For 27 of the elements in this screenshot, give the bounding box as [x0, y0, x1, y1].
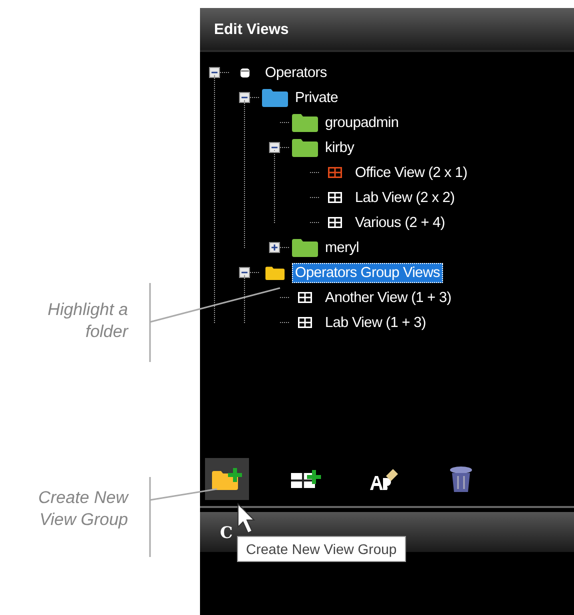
- tree-item[interactable]: Another View (1 + 3): [322, 288, 454, 308]
- callout-text: Highlight a folder: [46, 299, 128, 343]
- tree-item[interactable]: Operators Group Views: [292, 262, 443, 282]
- trash-icon: [448, 465, 474, 493]
- folder-plus-icon: [211, 467, 243, 491]
- tree-item[interactable]: Operators: [262, 62, 330, 82]
- callout-text: Create New View Group: [37, 487, 128, 531]
- collapse-toggle-icon[interactable]: [269, 142, 280, 153]
- cursor-icon: [238, 502, 256, 534]
- rename-icon: [367, 466, 399, 492]
- tree-item[interactable]: Various (2 + 4): [352, 212, 448, 232]
- database-icon: [240, 68, 250, 78]
- tree-item[interactable]: Lab View (2 x 2): [352, 188, 458, 208]
- grid-plus-icon: [289, 467, 321, 491]
- expand-toggle-icon[interactable]: [269, 242, 280, 253]
- tree-item[interactable]: Office View (2 x 1): [352, 162, 470, 182]
- tree-item[interactable]: Lab View (1 + 3): [322, 312, 429, 332]
- panel-header: Edit Views: [200, 8, 574, 52]
- collapse-toggle-icon[interactable]: [239, 267, 250, 278]
- tree-item[interactable]: kirby: [322, 138, 358, 158]
- collapse-toggle-icon[interactable]: [209, 67, 220, 78]
- tooltip: Create New View Group: [237, 536, 406, 562]
- tree-item[interactable]: meryl: [322, 238, 362, 258]
- collapse-toggle-icon[interactable]: [239, 92, 250, 103]
- tree-item[interactable]: Private: [292, 88, 342, 108]
- tree-item[interactable]: groupadmin: [322, 112, 402, 132]
- new-folder-button[interactable]: [205, 458, 249, 500]
